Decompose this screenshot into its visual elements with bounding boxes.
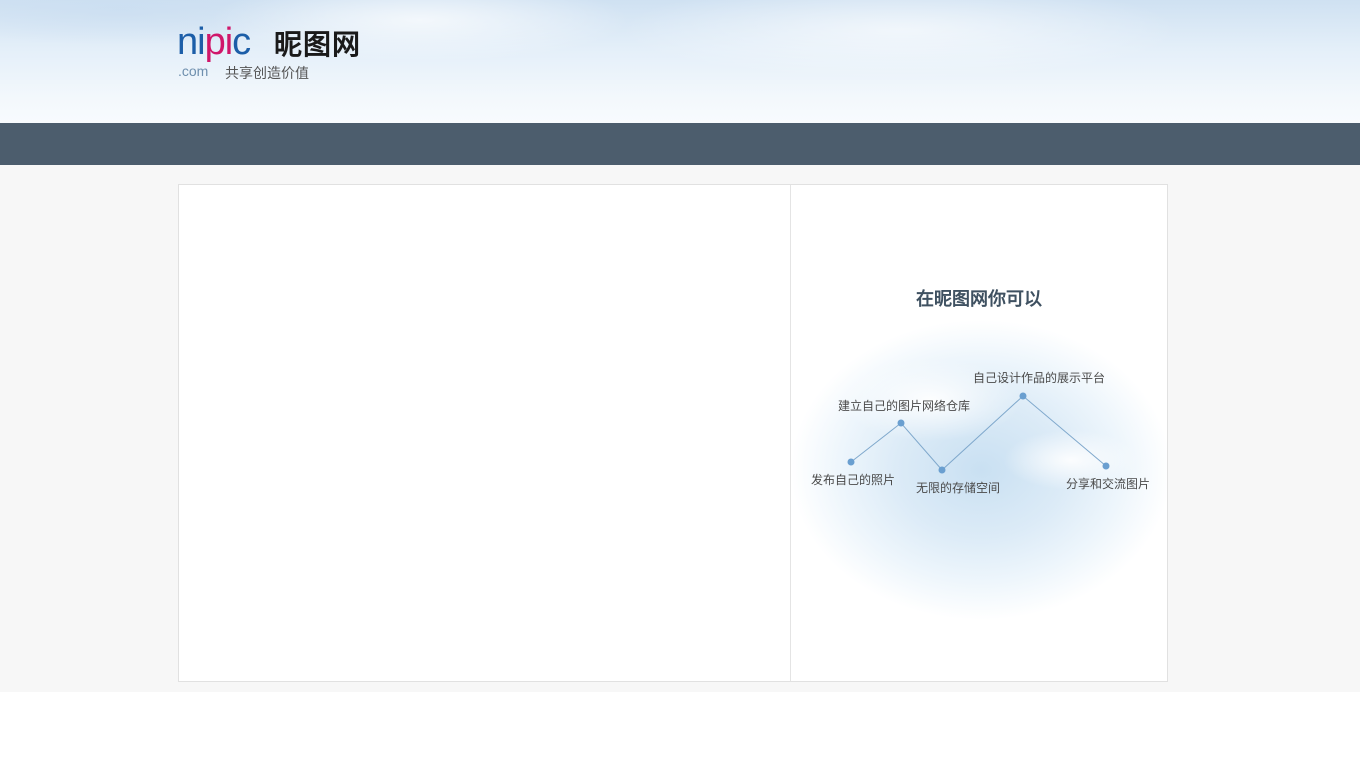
feature-label-image-repository: 建立自己的图片网络仓库 (838, 399, 971, 413)
logo-domain: .com (178, 63, 209, 79)
logo-wordmark: nipic (177, 21, 251, 63)
logo-slogan: 共享创造价值 (225, 66, 309, 82)
nav-bar (0, 123, 1360, 165)
feature-dot (938, 466, 946, 474)
feature-dot (847, 458, 855, 466)
feature-label-showcase-platform: 自己设计作品的展示平台 (973, 371, 1106, 385)
feature-path-graphic (847, 392, 1110, 474)
logo-chinese-name: 昵图网 (274, 28, 362, 61)
header: nipic 昵图网 .com 共享创造价值 (0, 0, 1360, 123)
feature-dot (897, 419, 905, 427)
site-logo[interactable]: nipic 昵图网 .com 共享创造价值 (177, 21, 377, 84)
promo-pane: 在昵图网你可以 发布自己的照片 建立自己的图片网络仓库 无限的存储空间 自己设计… (791, 185, 1167, 681)
feature-dot (1019, 392, 1027, 400)
login-panel: 在昵图网你可以 发布自己的照片 建立自己的图片网络仓库 无限的存储空间 自己设计… (178, 184, 1168, 682)
login-form-area (179, 185, 791, 681)
feature-label-publish-photos: 发布自己的照片 (811, 473, 896, 487)
feature-label-unlimited-storage: 无限的存储空间 (916, 481, 1001, 495)
feature-dot (1102, 462, 1110, 470)
feature-label-share-images: 分享和交流图片 (1066, 477, 1151, 491)
